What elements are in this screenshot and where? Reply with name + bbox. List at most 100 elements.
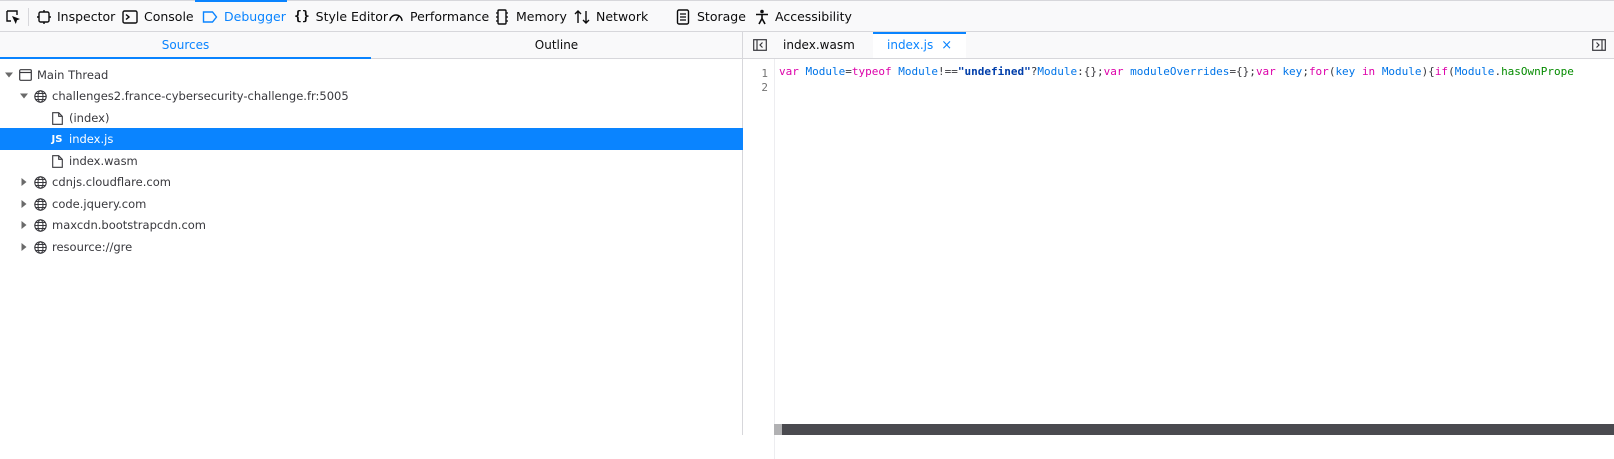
toggle-sources-pane-button[interactable] (752, 37, 768, 53)
code-token: Module (898, 65, 938, 78)
window-icon (18, 68, 32, 82)
editor-tab-index-js[interactable]: index.js × (873, 32, 967, 59)
collapsed-arrow-icon[interactable] (19, 177, 29, 187)
tab-label: Inspector (57, 9, 116, 24)
code-token: Module (1454, 65, 1495, 78)
tab-style-editor[interactable]: {} Style Editor (287, 1, 388, 32)
tab-console[interactable]: Console (115, 1, 195, 32)
code-token: Module (805, 65, 846, 78)
tab-inspector[interactable]: Inspector (30, 1, 116, 32)
code-token: !== (937, 65, 958, 78)
debugger-icon (202, 9, 218, 25)
code-token: for (1308, 65, 1329, 78)
element-picker-icon (6, 9, 20, 24)
editor-tab-index-wasm[interactable]: index.wasm (769, 32, 869, 58)
scrollbar-thumb[interactable] (774, 424, 782, 435)
style-editor-icon: {} (294, 9, 310, 24)
tree-item-label: resource://gre (52, 240, 133, 254)
accessibility-icon (755, 9, 769, 25)
tree-item-file[interactable]: index.wasm (0, 150, 792, 172)
code-token: "undefined" (957, 65, 1031, 78)
console-icon (122, 9, 138, 25)
code-token: ={}; (1229, 65, 1256, 78)
tab-label: Debugger (224, 9, 286, 24)
tab-label: Memory (516, 9, 567, 24)
network-icon (574, 9, 590, 25)
editor-pane: index.wasm index.js × 1 2 var Module=type… (743, 32, 1614, 459)
close-icon[interactable]: × (941, 33, 952, 59)
tab-sources[interactable]: Sources (0, 32, 371, 59)
globe-icon (33, 175, 47, 189)
code-token: ( (1448, 65, 1455, 78)
expanded-arrow-icon[interactable] (4, 70, 14, 80)
editor-tabs: index.wasm index.js × (743, 32, 1614, 59)
toggle-secondary-pane-button[interactable] (1591, 37, 1607, 53)
globe-icon (33, 218, 47, 232)
code-token: = (845, 65, 852, 78)
code-token: Module (1381, 65, 1422, 78)
tree-item-domain[interactable]: challenges2.france-cybersecurity-challen… (0, 85, 761, 107)
collapsed-arrow-icon[interactable] (19, 199, 29, 209)
code-token: Module (1037, 65, 1078, 78)
code-line-1[interactable]: var Module=typeof Module!=="undefined"?M… (779, 65, 1574, 79)
sources-panel: Sources Outline Main Thread challenges2.… (0, 32, 792, 435)
tab-label: Storage (697, 9, 746, 24)
code-token: ; (1302, 65, 1309, 78)
horizontal-scrollbar[interactable] (774, 424, 1614, 435)
tree-item-label: (index) (69, 111, 110, 125)
code-token: var (1255, 65, 1283, 78)
tab-network[interactable]: Network (567, 1, 648, 32)
element-picker-button[interactable] (0, 1, 26, 32)
code-token: moduleOverrides (1130, 65, 1230, 78)
js-icon: JS (51, 133, 63, 145)
tree-item-label: challenges2.france-cybersecurity-challen… (52, 89, 349, 103)
code-token: var (1103, 65, 1131, 78)
tab-label: Network (596, 9, 649, 24)
code-token: in (1361, 65, 1382, 78)
line-number-gutter: 1 2 (743, 59, 775, 459)
globe-icon (33, 197, 47, 211)
globe-icon (33, 240, 47, 254)
code-token: key (1335, 65, 1362, 78)
tab-label: Style Editor (315, 9, 389, 24)
tree-item-label: maxcdn.bootstrapcdn.com (52, 218, 207, 232)
tree-item-domain[interactable]: cdnjs.cloudflare.com (0, 171, 761, 193)
devtools-toolbar: Inspector Console Debugger {} Style Edit… (0, 0, 1614, 32)
tree-item-domain[interactable]: maxcdn.bootstrapcdn.com (0, 214, 761, 236)
tab-storage[interactable]: Storage (668, 1, 748, 32)
line-number: 1 (761, 67, 768, 80)
collapsed-arrow-icon[interactable] (19, 220, 29, 230)
tab-memory[interactable]: Memory (487, 1, 567, 32)
sidebar-toggle-icon (1592, 39, 1606, 51)
globe-icon (33, 89, 47, 103)
sidebar-toggle-icon (753, 39, 767, 51)
tree-item-file[interactable]: (index) (0, 107, 792, 129)
performance-icon (388, 9, 404, 25)
code-token: hasOwnPrope (1501, 65, 1574, 78)
tab-performance[interactable]: Performance (381, 1, 490, 32)
code-token: ){ (1421, 65, 1435, 78)
tree-item-main-thread[interactable]: Main Thread (0, 64, 746, 86)
code-token: if (1434, 65, 1449, 78)
tab-outline[interactable]: Outline (371, 32, 742, 58)
code-token: key (1282, 65, 1303, 78)
tree-item-label: index.wasm (69, 154, 138, 168)
tree-item-label: cdnjs.cloudflare.com (52, 175, 171, 189)
line-number: 2 (761, 81, 768, 94)
expanded-arrow-icon[interactable] (19, 91, 29, 101)
file-icon (50, 154, 64, 168)
sources-outline-tabs: Sources Outline (0, 32, 742, 59)
tab-accessibility[interactable]: Accessibility (748, 1, 852, 32)
tab-label: Accessibility (775, 9, 852, 24)
tree-item-domain[interactable]: code.jquery.com (0, 193, 761, 215)
code-token: typeof (851, 65, 899, 78)
tree-item-label: Main Thread (37, 68, 109, 82)
tree-item-file-selected[interactable]: JS index.js (0, 128, 792, 150)
tab-debugger[interactable]: Debugger (195, 0, 287, 32)
editor-tab-label: index.js (887, 38, 934, 52)
tree-item-domain[interactable]: resource://gre (0, 236, 761, 258)
tab-label: Performance (410, 9, 490, 24)
code-token: :{}; (1077, 65, 1104, 78)
collapsed-arrow-icon[interactable] (19, 242, 29, 252)
inspector-icon (37, 9, 51, 25)
